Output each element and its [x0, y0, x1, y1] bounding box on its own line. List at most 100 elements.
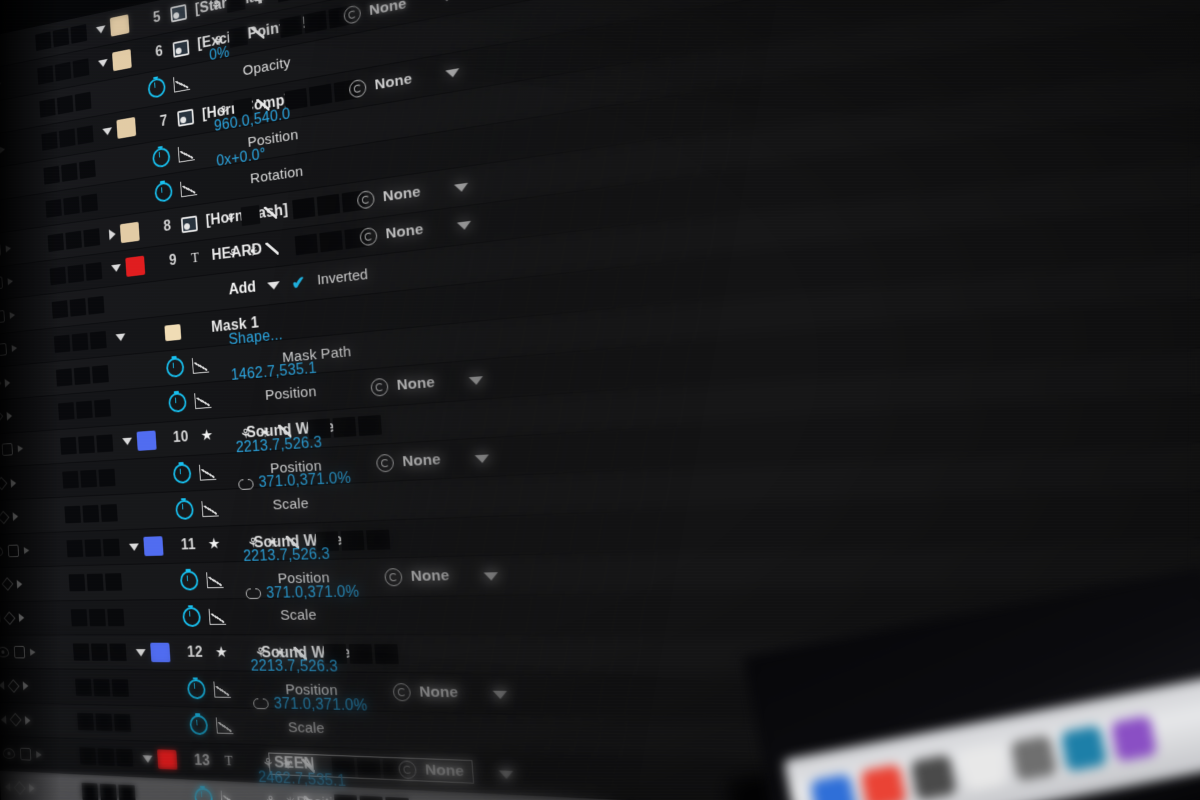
av-feature-box[interactable]: [100, 503, 118, 522]
av-feature-box[interactable]: [73, 366, 91, 386]
add-keyframe-icon[interactable]: [9, 712, 22, 727]
stopwatch-glyph[interactable]: [186, 678, 207, 699]
expand-triangle-closed[interactable]: [108, 228, 116, 241]
parent-value[interactable]: None: [385, 221, 424, 243]
value-text[interactable]: 371.0,371.0%: [266, 583, 360, 602]
av-feature-box[interactable]: [88, 608, 106, 627]
av-feature-box[interactable]: [64, 505, 82, 524]
parent-value[interactable]: None: [369, 0, 407, 20]
av-feature-boxes[interactable]: [44, 226, 109, 252]
next-keyframe-icon[interactable]: [18, 613, 25, 623]
next-keyframe-icon[interactable]: [10, 478, 17, 488]
keyframe-marker[interactable]: [1013, 541, 1031, 557]
previous-keyframe-icon[interactable]: [4, 782, 11, 792]
visibility-eye-icon[interactable]: [2, 747, 16, 759]
graph-editor-icon[interactable]: [208, 608, 227, 626]
mask-chip-glyph[interactable]: [164, 323, 182, 341]
audio-icon[interactable]: [0, 343, 7, 357]
add-keyframe-icon[interactable]: [7, 678, 20, 693]
switch-blank[interactable]: [228, 25, 248, 49]
switch-box[interactable]: [292, 197, 316, 220]
av-feature-box[interactable]: [58, 128, 76, 149]
property-value[interactable]: 2213.7,526.3: [243, 546, 331, 566]
parent-dropdown-caret[interactable]: [454, 182, 469, 193]
expand-triangle-open[interactable]: [122, 437, 133, 446]
av-feature-boxes[interactable]: [32, 22, 96, 52]
av-feature-box[interactable]: [89, 330, 107, 350]
parent-column[interactable]: None: [392, 673, 460, 712]
keyframe-marker[interactable]: [1061, 312, 1080, 328]
graph-editor-icon[interactable]: [205, 571, 224, 589]
stopwatch-icon[interactable]: [186, 678, 207, 699]
av-feature-box[interactable]: [116, 749, 134, 768]
add-keyframe-icon[interactable]: [3, 611, 16, 625]
add-keyframe-icon[interactable]: [0, 510, 10, 524]
stopwatch-glyph[interactable]: [172, 463, 192, 485]
link-chain-icon[interactable]: [253, 698, 269, 710]
layer-switches[interactable]: ⚘☀: [223, 230, 282, 272]
property-value[interactable]: 371.0,371.0%: [253, 695, 368, 717]
parent-column[interactable]: None: [370, 364, 437, 406]
graph-editor-icon[interactable]: [213, 680, 232, 698]
expand-triangle-open[interactable]: [128, 543, 140, 551]
av-feature-box[interactable]: [69, 298, 87, 317]
av-feature-box[interactable]: [95, 713, 113, 732]
add-keyframe-icon[interactable]: [1, 577, 14, 592]
av-feature-box[interactable]: [43, 165, 60, 185]
av-feature-boxes[interactable]: [40, 158, 105, 185]
graph-glyph[interactable]: [213, 681, 231, 698]
av-feature-box[interactable]: [75, 678, 92, 696]
av-feature-box[interactable]: [41, 131, 58, 152]
add-keyframe-icon[interactable]: [13, 780, 26, 795]
stopwatch-icon[interactable]: [147, 76, 166, 100]
av-feature-box[interactable]: [93, 678, 111, 697]
av-feature-box[interactable]: [76, 125, 94, 146]
switch-blank[interactable]: [240, 204, 261, 227]
stopwatch-glyph[interactable]: [175, 499, 195, 520]
graph-glyph[interactable]: [191, 356, 210, 374]
av-feature-boxes[interactable]: [49, 295, 114, 319]
visibility-eye-icon[interactable]: [0, 545, 4, 557]
stopwatch-glyph[interactable]: [182, 606, 202, 627]
av-feature-boxes[interactable]: [61, 503, 127, 524]
switch-box[interactable]: [332, 417, 357, 438]
stopwatch-glyph[interactable]: [147, 76, 166, 100]
graph-editor-icon[interactable]: [191, 356, 210, 375]
av-feature-box[interactable]: [68, 574, 86, 592]
layer-color-swatch[interactable]: [119, 221, 140, 243]
keyframe-marker[interactable]: [1083, 540, 1102, 556]
av-feature-boxes[interactable]: [70, 643, 137, 662]
graph-editor-icon[interactable]: [200, 499, 219, 518]
switch-box[interactable]: [276, 0, 300, 3]
parent-dropdown-caret[interactable]: [474, 454, 490, 464]
av-feature-box[interactable]: [97, 748, 115, 767]
parent-column[interactable]: None: [359, 212, 425, 257]
av-feature-box[interactable]: [66, 539, 84, 558]
av-feature-box[interactable]: [45, 199, 62, 218]
dock-icon[interactable]: [1060, 725, 1108, 772]
av-feature-boxes[interactable]: [36, 90, 101, 118]
av-feature-boxes[interactable]: [76, 747, 143, 768]
av-feature-box[interactable]: [86, 573, 104, 592]
parent-column[interactable]: None: [383, 557, 450, 596]
av-feature-box[interactable]: [78, 159, 96, 179]
switch-box[interactable]: [374, 643, 399, 664]
av-feature-boxes[interactable]: [78, 782, 145, 800]
parent-value[interactable]: None: [419, 684, 459, 703]
add-keyframe-icon[interactable]: [0, 377, 2, 391]
graph-editor-icon[interactable]: [215, 716, 234, 735]
next-keyframe-icon[interactable]: [28, 783, 35, 794]
next-keyframe-icon[interactable]: [16, 579, 23, 589]
audio-icon[interactable]: [7, 544, 20, 557]
graph-editor-icon[interactable]: [220, 789, 240, 800]
next-keyframe-icon[interactable]: [22, 681, 29, 691]
av-feature-box[interactable]: [118, 784, 136, 800]
stopwatch-icon[interactable]: [193, 787, 214, 800]
av-feature-boxes[interactable]: [51, 330, 117, 353]
layer-duration-bar[interactable]: [990, 56, 1200, 159]
switch-box[interactable]: [359, 795, 384, 800]
value-text[interactable]: 371.0,371.0%: [258, 470, 352, 492]
dock-icon[interactable]: [960, 744, 1008, 792]
av-feature-boxes[interactable]: [53, 364, 119, 387]
stopwatch-icon[interactable]: [165, 357, 185, 379]
